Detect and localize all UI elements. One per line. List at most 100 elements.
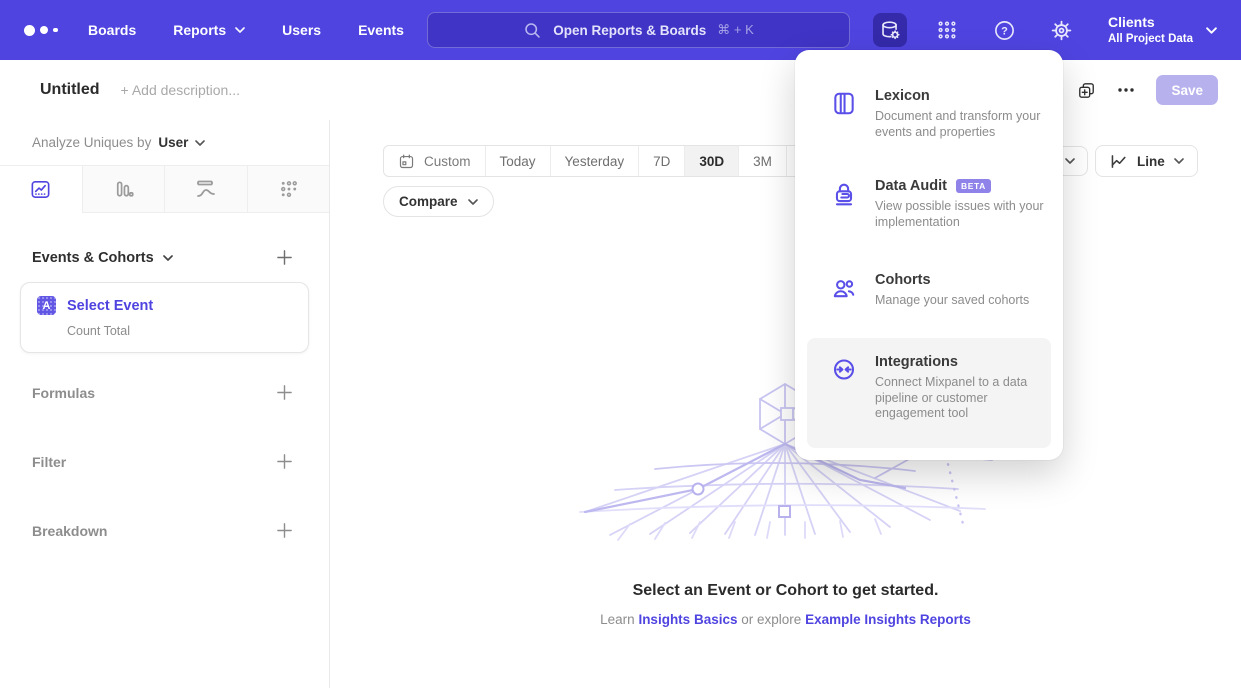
date-range-label: 30D [699,154,724,169]
add-formula-button[interactable] [276,384,293,401]
events-cohorts-toggle[interactable]: Events & Cohorts [32,250,173,266]
compare-dropdown[interactable]: Compare [383,186,494,217]
nav-item-label: Users [282,22,321,38]
section-formulas: Formulas [0,384,329,401]
nav-item-label: Reports [173,22,226,38]
more-options-button[interactable] [1117,81,1135,99]
flow-tab-icon [194,177,218,201]
integrations-sync-icon [831,356,857,388]
event-badge: A [37,296,56,315]
help-button[interactable]: ? [987,13,1021,47]
date-range-30d[interactable]: 30D [684,146,738,176]
line-chart-icon [1109,152,1128,171]
date-range-label: 3M [753,154,772,169]
project-name: Clients [1108,14,1193,32]
data-audit-lock-icon [831,180,857,213]
nav-links: Boards Reports Users Events [88,22,404,38]
section-label: Formulas [32,385,95,401]
learn-prefix: Learn [600,612,635,627]
project-switcher[interactable]: Clients All Project Data [1108,14,1217,46]
empty-state-title: Select an Event or Cohort to get started… [330,582,1241,600]
menu-item-title-text: Data Audit [875,178,947,194]
event-card[interactable]: A Select Event Count Total [20,282,309,353]
nav-item-users[interactable]: Users [282,22,321,38]
chart-type-label: Line [1137,154,1165,169]
project-text: Clients All Project Data [1108,14,1193,46]
date-range-label: Yesterday [565,154,625,169]
settings-button[interactable] [1044,13,1078,47]
date-range-7d[interactable]: 7D [638,146,684,176]
visualization-tabs [0,165,329,213]
add-filter-button[interactable] [276,453,293,470]
date-range-label: Today [500,154,536,169]
search-shortcut: ⌘ + K [717,22,754,38]
database-gear-icon [879,19,902,42]
apps-grid-button[interactable] [930,13,964,47]
menu-item-text: Integrations Connect Mixpanel to a data … [875,354,1041,422]
tab-metrics-grid[interactable] [247,166,330,213]
add-breakdown-button[interactable] [276,522,293,539]
beta-badge: BETA [956,179,991,193]
data-management-button[interactable] [873,13,907,47]
section-filter: Filter [0,453,329,470]
explore-prefix: or explore [741,612,801,627]
nav-item-reports[interactable]: Reports [173,22,245,38]
menu-item-description: View possible issues with your implement… [875,199,1057,230]
tab-bar-chart[interactable] [82,166,165,213]
menu-item-description: Manage your saved cohorts [875,293,1057,309]
menu-item-integrations[interactable]: Integrations Connect Mixpanel to a data … [807,338,1051,448]
report-description-placeholder[interactable]: + Add description... [121,82,240,98]
date-range-today[interactable]: Today [485,146,550,176]
lexicon-book-icon [831,90,857,122]
menu-item-lexicon[interactable]: Lexicon Document and transform your even… [795,88,1063,140]
events-cohorts-header: Events & Cohorts [32,249,293,266]
main-content: Custom Today Yesterday 7D 30D 3M 6M Line… [330,120,1241,688]
date-range-custom[interactable]: Custom [384,146,485,176]
tab-flow-chart[interactable] [164,166,247,213]
duplicate-button[interactable] [1077,81,1096,100]
duplicate-icon [1077,81,1096,100]
date-range-yesterday[interactable]: Yesterday [550,146,639,176]
insights-basics-link[interactable]: Insights Basics [638,612,737,627]
menu-item-text: Data Audit BETA View possible issues wit… [875,178,1057,230]
chart-type-dropdown[interactable]: Line [1095,145,1198,177]
menu-item-title: Integrations [875,354,1041,370]
nav-item-events[interactable]: Events [358,22,404,38]
cohorts-people-icon [831,274,857,306]
date-range-control: Custom Today Yesterday 7D 30D 3M 6M [383,145,835,177]
help-icon: ? [993,19,1016,42]
nav-item-label: Boards [88,22,136,38]
plus-icon [276,453,293,470]
date-range-3m[interactable]: 3M [738,146,786,176]
compare-label: Compare [399,194,458,209]
add-event-button[interactable] [276,249,293,266]
nav-item-boards[interactable]: Boards [88,22,136,38]
analyze-value-dropdown[interactable]: User [158,135,205,150]
menu-item-cohorts[interactable]: Cohorts Manage your saved cohorts [795,272,1063,309]
tab-insights-line[interactable] [0,166,82,213]
analyze-label: Analyze Uniques by [32,135,151,150]
menu-item-title: Lexicon [875,88,1057,104]
chevron-down-icon [163,255,173,261]
nav-item-label: Events [358,22,404,38]
query-sidebar: Analyze Uniques by User [0,120,330,688]
line-chart-tab-icon [29,178,52,201]
empty-state-links: Learn Insights Basics or explore Example… [330,612,1241,627]
global-search-button[interactable]: Open Reports & Boards ⌘ + K [427,12,850,48]
analyze-value: User [158,135,188,150]
save-button[interactable]: Save [1156,75,1218,105]
chevron-down-icon [1065,158,1075,164]
event-card-subtitle[interactable]: Count Total [67,324,292,338]
menu-item-description: Connect Mixpanel to a data pipeline or c… [875,375,1041,422]
svg-text:?: ? [1001,25,1008,37]
menu-item-title: Cohorts [875,272,1057,288]
date-range-label: 7D [653,154,670,169]
chevron-down-icon [235,27,245,33]
event-card-row: A Select Event [37,296,292,315]
ellipsis-icon [1117,81,1135,99]
menu-item-data-audit[interactable]: Data Audit BETA View possible issues wit… [795,178,1063,230]
example-reports-link[interactable]: Example Insights Reports [805,612,971,627]
menu-item-title-text: Integrations [875,354,958,370]
section-label: Breakdown [32,523,107,539]
report-title[interactable]: Untitled [40,81,100,99]
